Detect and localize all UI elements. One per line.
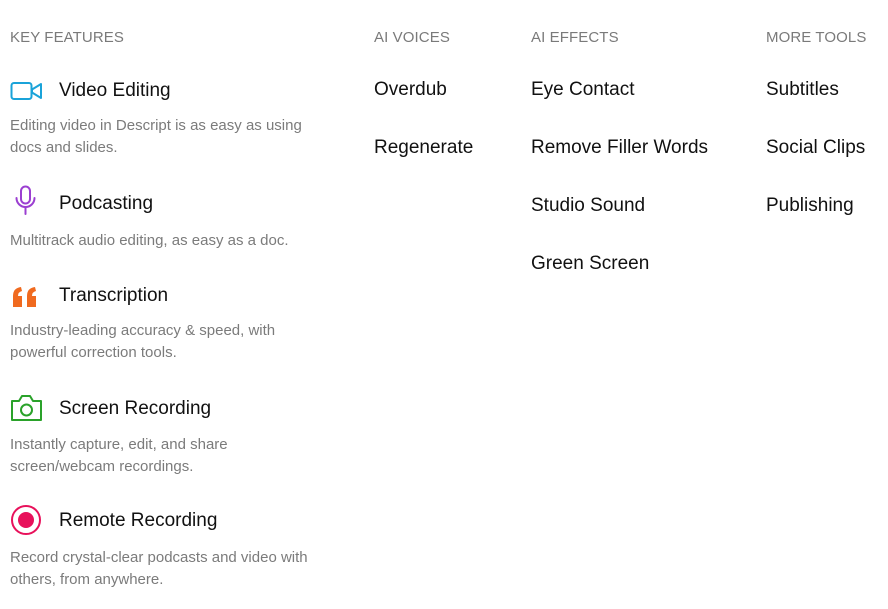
record-icon xyxy=(10,505,44,535)
studio-sound-link[interactable]: Studio Sound xyxy=(531,195,645,217)
overdub-link[interactable]: Overdub xyxy=(374,79,447,101)
regenerate-link[interactable]: Regenerate xyxy=(374,137,473,159)
green-screen-link[interactable]: Green Screen xyxy=(531,253,649,275)
video-editing-link[interactable]: Video Editing xyxy=(59,80,171,102)
ai-voices-header: AI VOICES xyxy=(374,29,450,46)
video-editing-description: Editing video in Descript is as easy as … xyxy=(10,117,302,156)
more-tools-header: MORE TOOLS xyxy=(766,29,867,46)
transcription-link[interactable]: Transcription xyxy=(59,285,168,307)
microphone-icon xyxy=(10,185,44,215)
subtitles-link[interactable]: Subtitles xyxy=(766,79,839,101)
transcription-description: Industry-leading accuracy & speed, with … xyxy=(10,322,276,361)
publishing-link[interactable]: Publishing xyxy=(766,195,854,217)
social-clips-link[interactable]: Social Clips xyxy=(766,137,865,159)
remove-filler-words-link[interactable]: Remove Filler Words xyxy=(531,137,708,159)
ai-effects-header: AI EFFECTS xyxy=(531,29,619,46)
key-features-header: KEY FEATURES xyxy=(10,29,125,46)
eye-contact-link[interactable]: Eye Contact xyxy=(531,79,635,101)
podcasting-link[interactable]: Podcasting xyxy=(59,193,153,215)
podcasting-description: Multitrack audio editing, as easy as a d… xyxy=(10,232,289,249)
camera-icon xyxy=(10,394,44,422)
screen-recording-link[interactable]: Screen Recording xyxy=(59,398,211,420)
quote-icon xyxy=(10,282,44,310)
remote-recording-link[interactable]: Remote Recording xyxy=(59,510,217,532)
video-camera-icon xyxy=(10,77,44,105)
screen-recording-description: Instantly capture, edit, and share scree… xyxy=(10,436,228,475)
remote-recording-description: Record crystal-clear podcasts and video … xyxy=(10,549,308,588)
